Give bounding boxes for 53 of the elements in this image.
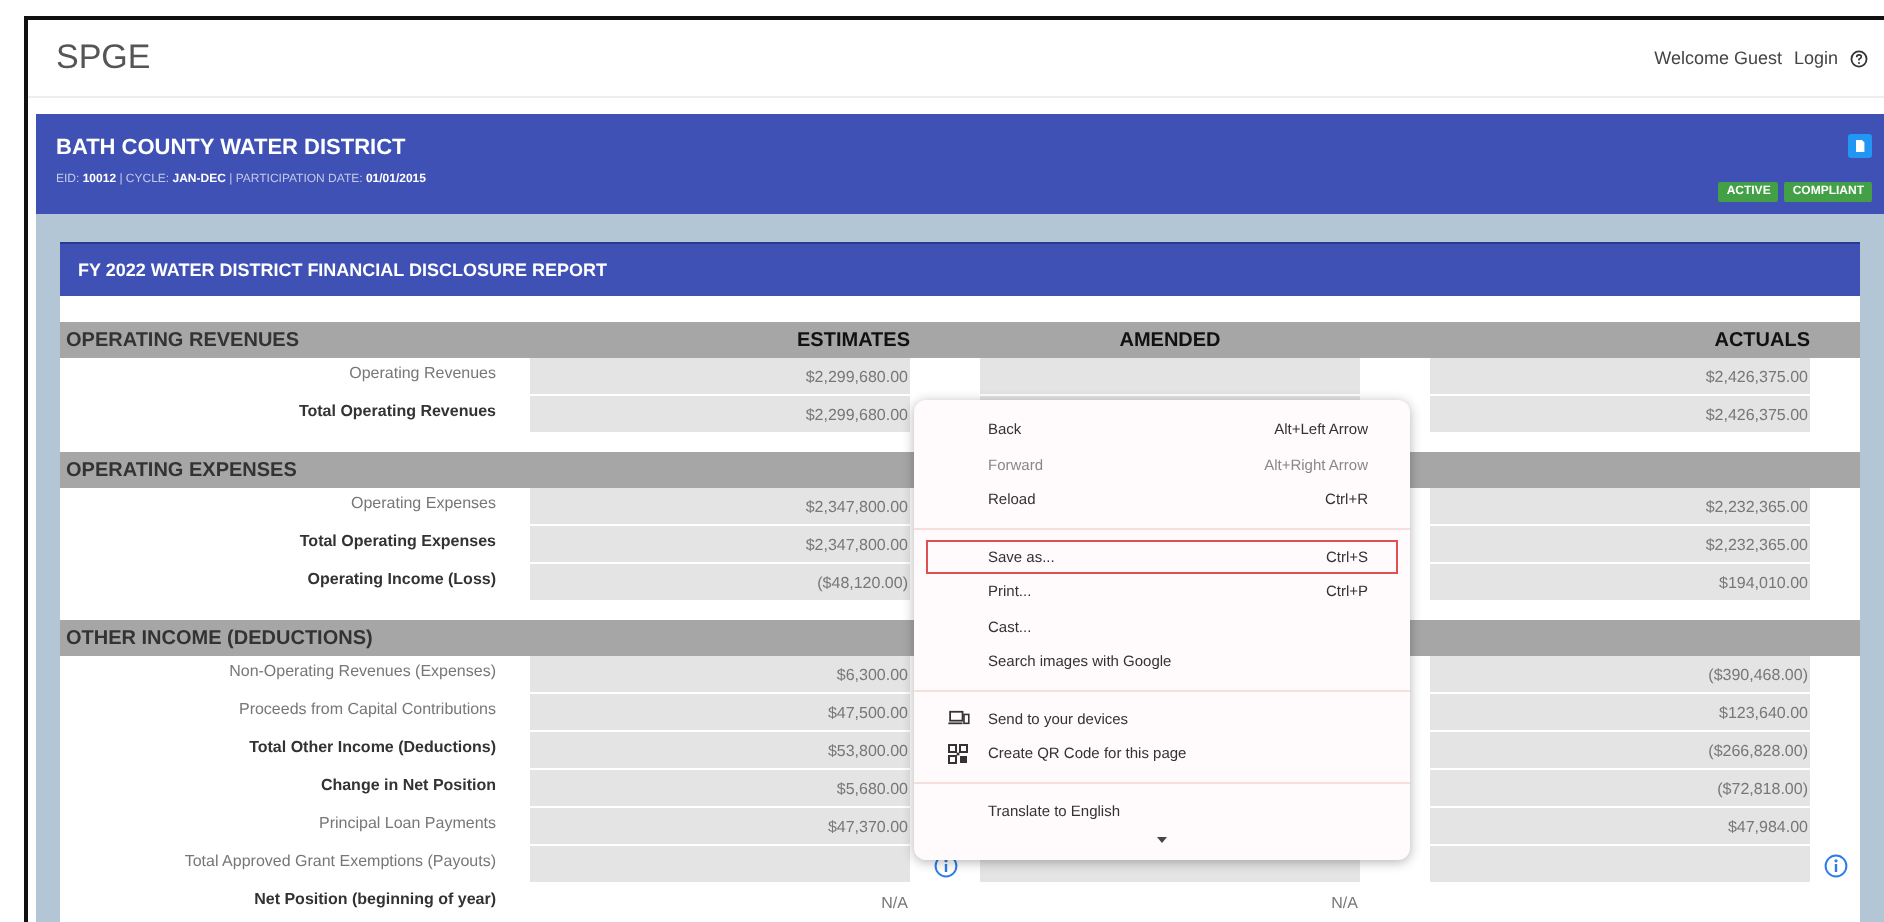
row-label: Operating Revenues xyxy=(347,362,498,386)
district-name: BATH COUNTY WATER DISTRICT xyxy=(56,136,408,160)
help-icon[interactable] xyxy=(1850,49,1868,67)
report-title: FY 2022 WATER DISTRICT FINANCIAL DISCLOSURE REPORT xyxy=(60,242,1860,296)
estimate-field[interactable]: ($48,120.00) xyxy=(530,564,910,602)
document-icon[interactable] xyxy=(1848,134,1872,158)
row-label: Operating Expenses xyxy=(349,492,498,516)
section-title: OPERATING REVENUES xyxy=(64,329,301,351)
actual-field[interactable]: ($266,828.00) xyxy=(1430,732,1810,770)
estimate-field[interactable]: $2,347,800.00 xyxy=(530,526,910,564)
estimate-field[interactable]: $53,800.00 xyxy=(530,732,910,770)
actual-field[interactable]: ($72,818.00) xyxy=(1430,770,1810,808)
row-label: Total Other Income (Deductions) xyxy=(247,736,498,760)
estimate-field[interactable]: $2,299,680.00 xyxy=(530,396,910,434)
row-label: Net Position (beginning of year) xyxy=(252,888,498,912)
row-label: Total Operating Expenses xyxy=(297,530,498,554)
row-label: Change in Net Position xyxy=(318,774,498,798)
section-title: OPERATING EXPENSES xyxy=(64,459,299,481)
estimate-field[interactable]: $2,347,800.00 xyxy=(530,488,910,526)
estimate-field[interactable]: $47,500.00 xyxy=(530,694,910,732)
estimate-value: N/A xyxy=(879,892,910,916)
row-label: Proceeds from Capital Contributions xyxy=(236,698,498,722)
amended-value: N/A xyxy=(1329,892,1360,916)
actual-field[interactable]: $2,232,365.00 xyxy=(1430,488,1810,526)
actual-field[interactable]: $2,426,375.00 xyxy=(1430,396,1810,434)
qr-code-icon xyxy=(948,743,968,764)
actual-field[interactable]: ($390,468.00) xyxy=(1430,656,1810,694)
app-title: SPGE xyxy=(56,38,151,78)
estimate-field[interactable]: $6,300.00 xyxy=(530,656,910,694)
actual-field[interactable]: $194,010.00 xyxy=(1430,564,1810,602)
estimate-field[interactable]: $5,680.00 xyxy=(530,770,910,808)
actual-field[interactable]: $123,640.00 xyxy=(1430,694,1810,732)
row-label: Principal Loan Payments xyxy=(317,812,498,836)
actual-field[interactable]: $2,426,375.00 xyxy=(1430,358,1810,396)
row-label: Total Operating Revenues xyxy=(296,400,498,424)
laptop-phone-icon xyxy=(948,710,970,727)
column-header: AMENDED xyxy=(1117,329,1223,351)
column-header: ACTUALS xyxy=(1712,329,1810,351)
section-title: OTHER INCOME (DEDUCTIONS) xyxy=(64,627,375,649)
amended-field[interactable] xyxy=(980,358,1360,396)
actual-field[interactable] xyxy=(1430,846,1810,884)
estimate-field[interactable] xyxy=(530,846,910,884)
login-link[interactable]: Login xyxy=(1793,48,1838,68)
column-header: ESTIMATES xyxy=(795,329,910,351)
info-icon[interactable] xyxy=(1823,853,1847,877)
actual-field[interactable]: $47,984.00 xyxy=(1430,808,1810,846)
row-label: Operating Income (Loss) xyxy=(305,568,498,592)
estimate-field[interactable]: $47,370.00 xyxy=(530,808,910,846)
actual-field[interactable]: $2,232,365.00 xyxy=(1430,526,1810,564)
welcome-text: Welcome Guest xyxy=(1654,48,1782,68)
row-label: Non-Operating Revenues (Expenses) xyxy=(227,660,498,684)
estimate-field[interactable]: $2,299,680.00 xyxy=(530,358,910,396)
row-label: Total Approved Grant Exemptions (Payouts) xyxy=(182,850,498,874)
